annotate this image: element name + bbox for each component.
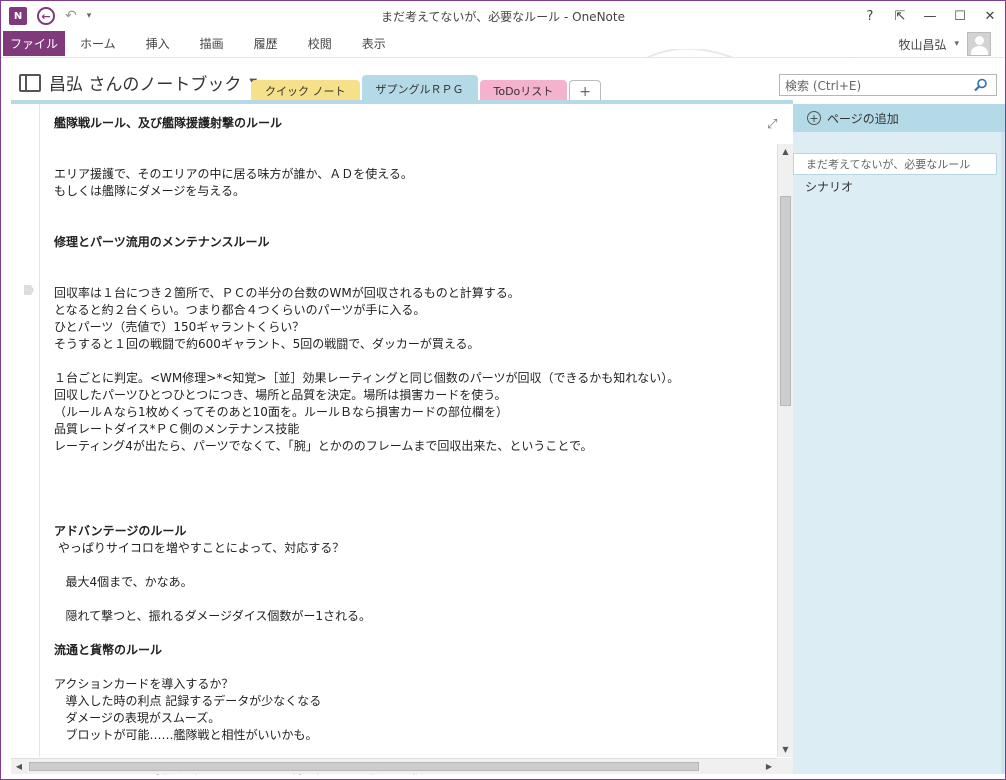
scroll-down-arrow-icon[interactable]: ▼ — [778, 742, 793, 757]
page-item-selected[interactable]: まだ考えてないが、必要なルール — [793, 153, 997, 175]
note-line[interactable] — [54, 659, 784, 676]
note-heading[interactable]: 艦隊戦ルール、及び艦隊援護射撃のルール — [54, 115, 784, 132]
search-placeholder: 検索 (Ctrl+E) — [785, 78, 862, 93]
note-line[interactable]: もしくは艦隊にダメージを与える。 — [54, 183, 784, 200]
note-line[interactable]: ブロットが可能……艦隊戦と相性がいいかも。 — [54, 727, 784, 744]
section-tab-xabungle-rpg[interactable]: ザプングルＲＰＧ — [361, 75, 478, 102]
note-line[interactable]: ひとパーツ（売値で）150ギャラントくらい？ — [54, 319, 784, 336]
note-line[interactable]: 最大4個まで、かなあ。 — [54, 574, 784, 591]
add-section-button[interactable]: + — [569, 80, 602, 102]
note-line[interactable]: エリア援護で、そのエリアの中に居る味方が誰か、ＡＤを使える。 — [54, 166, 784, 183]
horizontal-scrollbar[interactable]: ◀ ▶ — [11, 758, 777, 774]
tab-draw[interactable]: 描画 — [185, 31, 239, 56]
note-line[interactable]: 回収率は１台につき２箇所で、ＰＣの半分の台数のWMが回収されるものと計算する。 — [54, 285, 784, 302]
full-page-view-button[interactable]: ⇱ — [885, 1, 915, 31]
note-heading[interactable]: アドバンテージのルール — [54, 523, 784, 540]
tab-review[interactable]: 校閲 — [293, 31, 347, 56]
tab-file[interactable]: ファイル — [3, 31, 65, 56]
onenote-window: N ← ↶ ▾ まだ考えてないが、必要なルール - OneNote ? ⇱ — … — [0, 0, 1006, 780]
add-page-button[interactable]: + ページの追加 — [793, 104, 1005, 132]
add-circle-icon: + — [807, 111, 821, 125]
page-margin-line — [39, 104, 40, 757]
note-line[interactable]: （ルールＡなら1枚めくってそのあと10面を。ルールＢなら損害カードの部位欄を） — [54, 404, 784, 421]
section-tabs: クイック ノート ザプングルＲＰＧ ToDoリスト + — [251, 75, 602, 102]
note-line[interactable] — [54, 217, 784, 234]
close-button[interactable]: ✕ — [975, 1, 1005, 31]
ribbon-tab-list: ホーム 挿入 描画 履歴 校閲 表示 — [65, 31, 401, 56]
note-line[interactable]: そうすると１回の戦闘で約600ギャラント、5回の戦闘で、ダッカーが買える。 — [54, 336, 784, 353]
search-icon — [974, 78, 988, 95]
note-line[interactable] — [54, 455, 784, 472]
note-line[interactable] — [54, 625, 784, 642]
scroll-right-arrow-icon[interactable]: ▶ — [761, 759, 777, 774]
note-line[interactable] — [54, 472, 784, 489]
note-line[interactable] — [54, 353, 784, 370]
note-line[interactable] — [54, 200, 784, 217]
tab-insert[interactable]: 挿入 — [131, 31, 185, 56]
pages-pane: + ページの追加 まだ考えてないが、必要なルール シナリオ — [793, 104, 1005, 774]
ribbon-tabs: ファイル ホーム 挿入 描画 履歴 校閲 表示 牧山昌弘 ▾ — [1, 31, 1005, 86]
notebook-icon — [19, 73, 41, 92]
window-controls: ? ⇱ — ☐ ✕ — [855, 1, 1005, 31]
help-button[interactable]: ? — [855, 1, 885, 31]
maximize-button[interactable]: ☐ — [945, 1, 975, 31]
note-line[interactable]: やっぱりサイコロを増やすことによって、対応する？ — [54, 540, 784, 557]
notebook-name: 昌弘 さんのノートブック — [49, 75, 242, 95]
note-line[interactable] — [54, 506, 784, 523]
vertical-scroll-thumb[interactable] — [780, 196, 791, 406]
note-line[interactable] — [54, 557, 784, 574]
note-line[interactable] — [54, 268, 784, 285]
note-line[interactable]: となると約２台くらい。つまり都合４つくらいのパーツが手に入る。 — [54, 302, 784, 319]
vertical-scrollbar[interactable]: ▲ ▼ — [777, 144, 793, 757]
notebook-selector[interactable]: 昌弘 さんのノートブック ▼ — [19, 70, 257, 95]
note-content[interactable]: 艦隊戦ルール、及び艦隊援護射撃のルール エリア援護で、そのエリアの中に居る味方が誰… — [54, 115, 784, 779]
note-line[interactable]: アクションカードを導入するか？ — [54, 676, 784, 693]
section-tab-todo[interactable]: ToDoリスト — [479, 80, 568, 102]
note-line[interactable] — [54, 591, 784, 608]
note-heading[interactable]: 流通と貨幣のルール — [54, 642, 784, 659]
paragraph-handle-icon[interactable] — [24, 285, 34, 295]
note-line[interactable] — [54, 132, 784, 149]
scrollbar-corner — [777, 758, 793, 774]
note-line[interactable]: レーティング4が出たら、パーツでなくて、「腕」とかののフレームまで回収出来た、と… — [54, 438, 784, 455]
scroll-left-arrow-icon[interactable]: ◀ — [11, 759, 27, 774]
note-line[interactable]: 品質レートダイス*ＰＣ側のメンテナンス技能 — [54, 421, 784, 438]
avatar — [967, 32, 991, 56]
note-line[interactable]: 回収したパーツひとつひとつにつき、場所と品質を決定。場所は損害カードを使う。 — [54, 387, 784, 404]
minimize-button[interactable]: — — [915, 1, 945, 31]
note-line[interactable] — [54, 149, 784, 166]
note-line[interactable]: ダメージの表現がスムーズ。 — [54, 710, 784, 727]
tab-history[interactable]: 履歴 — [239, 31, 293, 56]
notebook-bar: 昌弘 さんのノートブック ▼ クイック ノート ザプングルＲＰＧ ToDoリスト… — [1, 57, 1005, 102]
section-tab-quick-notes[interactable]: クイック ノート — [251, 80, 360, 102]
add-page-label: ページの追加 — [827, 111, 899, 126]
note-line[interactable]: 導入した時の利点 記録するデータが少なくなる — [54, 693, 784, 710]
note-heading[interactable]: 修理とパーツ流用のメンテナンスルール — [54, 234, 784, 251]
note-line[interactable] — [54, 251, 784, 268]
tab-view[interactable]: 表示 — [347, 31, 401, 56]
search-input[interactable]: 検索 (Ctrl+E) — [779, 74, 997, 96]
note-line[interactable]: １台ごとに判定。<WM修理>*<知覚>［並］効果レーティングと同じ個数のパーツが… — [54, 370, 784, 387]
chevron-down-icon: ▾ — [954, 39, 959, 49]
page-item-scenario[interactable]: シナリオ — [793, 175, 997, 197]
user-name: 牧山昌弘 — [898, 37, 947, 52]
scroll-up-arrow-icon[interactable]: ▲ — [778, 144, 793, 159]
note-line[interactable] — [54, 489, 784, 506]
horizontal-scroll-thumb[interactable] — [29, 762, 699, 771]
page-canvas[interactable]: ⤢ 艦隊戦ルール、及び艦隊援護射撃のルール エリア援護で、そのエリアの中に居る味方… — [11, 104, 777, 776]
title-bar: N ← ↶ ▾ まだ考えてないが、必要なルール - OneNote ? ⇱ — … — [1, 1, 1005, 31]
user-account[interactable]: 牧山昌弘 ▾ — [898, 31, 991, 57]
note-line[interactable]: 隠れて撃つと、振れるダメージダイス個数がー1される。 — [54, 608, 784, 625]
pages-pane-scrollbar[interactable] — [1001, 132, 1005, 774]
tab-home[interactable]: ホーム — [65, 31, 131, 56]
